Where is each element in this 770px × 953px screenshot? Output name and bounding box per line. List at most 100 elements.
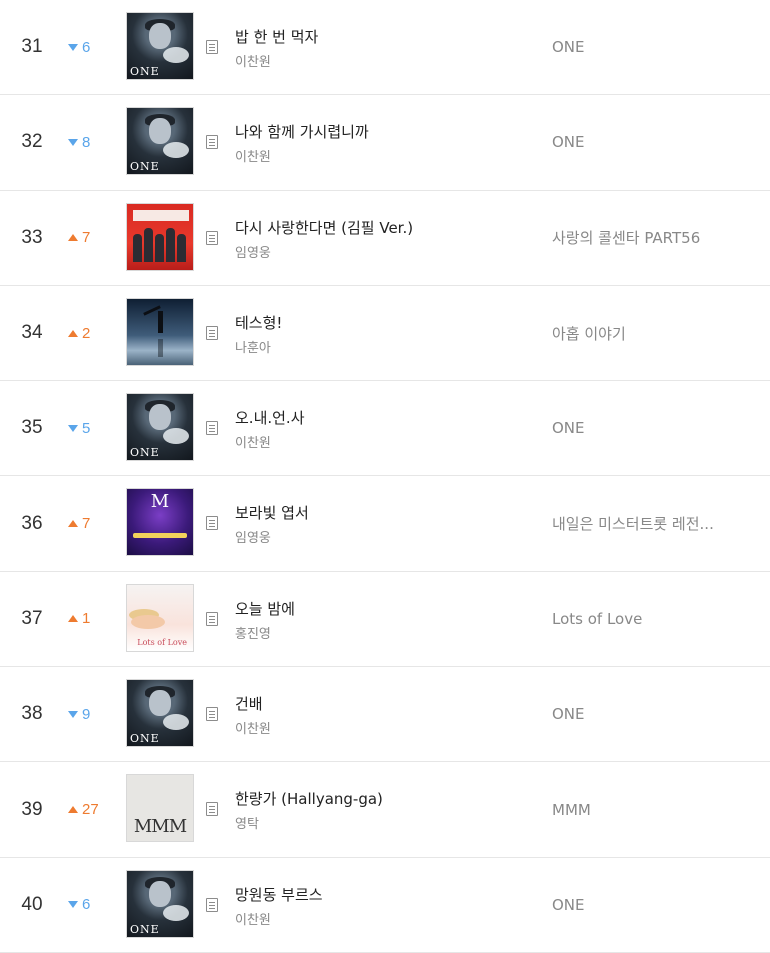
triangle-down-icon (68, 901, 78, 909)
chart-row-35[interactable]: 35 5 ONE 오.내.언.사 이찬원 ONE (0, 381, 770, 477)
lyrics-document-icon[interactable] (206, 230, 218, 245)
album-art: ONE (127, 394, 193, 461)
artist-name[interactable]: 임영웅 (235, 242, 271, 261)
album-art: ONE (127, 108, 193, 175)
chart-row-31[interactable]: 31 6 ONE 밥 한 번 먹자 이찬원 ONE (0, 0, 770, 96)
rank-change: 6 (68, 0, 112, 94)
album-name[interactable]: ONE (552, 858, 752, 952)
rank-change-value: 7 (82, 229, 91, 247)
album-cover[interactable] (126, 202, 194, 271)
album-cover[interactable] (126, 297, 194, 366)
album-art: MMM (127, 775, 193, 842)
chart-row-40[interactable]: 40 6 ONE 망원동 부르스 이찬원 ONE (0, 858, 770, 953)
album-art (127, 298, 193, 365)
artist-name[interactable]: 이찬원 (235, 146, 271, 165)
rank-change-value: 7 (82, 515, 91, 533)
rank-number: 33 (21, 226, 43, 248)
rank-change-value: 1 (82, 610, 91, 628)
album-art (127, 203, 193, 270)
rank-change: 1 (68, 572, 112, 666)
artist-name[interactable]: 이찬원 (235, 909, 271, 928)
song-title[interactable]: 나와 함께 가시렵니까 (235, 121, 369, 142)
chart-row-36[interactable]: 36 7 M 보라빛 엽서 임영웅 내일은 미스터트롯 레전... (0, 476, 770, 572)
rank-change: 5 (68, 381, 112, 475)
album-name[interactable]: ONE (552, 667, 752, 761)
album-cover[interactable]: ONE (126, 679, 194, 748)
lyrics-document-icon[interactable] (206, 897, 218, 912)
song-title[interactable]: 건배 (235, 693, 263, 714)
song-title[interactable]: 망원동 부르스 (235, 884, 323, 905)
rank-change: 6 (68, 858, 112, 952)
lyrics-document-icon[interactable] (206, 135, 218, 150)
triangle-up-icon (68, 806, 78, 814)
lyrics-document-icon[interactable] (206, 325, 218, 340)
lyrics-document-icon[interactable] (206, 421, 218, 436)
triangle-down-icon (68, 710, 78, 718)
triangle-up-icon (68, 520, 78, 528)
rank-number: 39 (21, 798, 43, 820)
chart-row-32[interactable]: 32 8 ONE 나와 함께 가시렵니까 이찬원 ONE (0, 95, 770, 191)
rank-change: 7 (68, 191, 112, 285)
album-name[interactable]: ONE (552, 381, 752, 475)
album-name[interactable]: 사랑의 콜센타 PART56 (552, 191, 752, 285)
song-title[interactable]: 밥 한 번 먹자 (235, 26, 318, 47)
rank-change-value: 5 (82, 419, 91, 437)
chart-row-33[interactable]: 33 7 다시 사랑한다면 (김필 Ver.) 임영웅 사랑의 콜센타 PART… (0, 191, 770, 286)
rank-change-value: 9 (82, 705, 91, 723)
triangle-down-icon (68, 138, 78, 146)
rank-number: 36 (21, 512, 43, 534)
rank-number: 38 (21, 703, 43, 725)
lyrics-document-icon[interactable] (206, 802, 218, 817)
album-name[interactable]: 아홉 이야기 (552, 286, 752, 380)
song-title[interactable]: 테스형! (235, 312, 282, 333)
album-name[interactable]: ONE (552, 95, 752, 189)
album-name[interactable]: ONE (552, 0, 752, 94)
album-art: ONE (127, 13, 193, 79)
rank-change-value: 2 (82, 324, 91, 342)
song-title[interactable]: 오늘 밤에 (235, 598, 295, 619)
song-title[interactable]: 보라빛 엽서 (235, 502, 309, 523)
artist-name[interactable]: 이찬원 (235, 51, 271, 70)
rank-change-value: 6 (82, 38, 91, 56)
chart-row-39[interactable]: 39 27 MMM 한량가 (Hallyang-ga) 영탁 MMM (0, 762, 770, 858)
song-title[interactable]: 한량가 (Hallyang-ga) (235, 788, 383, 809)
album-name[interactable]: 내일은 미스터트롯 레전... (552, 476, 752, 570)
lyrics-document-icon[interactable] (206, 707, 218, 722)
artist-name[interactable]: 홍진영 (235, 623, 271, 642)
artist-name[interactable]: 임영웅 (235, 527, 271, 546)
lyrics-document-icon[interactable] (206, 611, 218, 626)
album-art: ONE (127, 870, 193, 937)
artist-name[interactable]: 이찬원 (235, 718, 271, 737)
rank-number: 34 (21, 322, 43, 344)
artist-name[interactable]: 나훈아 (235, 337, 271, 356)
triangle-down-icon (68, 424, 78, 432)
album-cover[interactable]: ONE (126, 12, 194, 80)
song-title[interactable]: 오.내.언.사 (235, 407, 305, 428)
chart-row-38[interactable]: 38 9 ONE 건배 이찬원 ONE (0, 667, 770, 763)
album-name[interactable]: MMM (552, 762, 752, 856)
album-name[interactable]: Lots of Love (552, 572, 752, 666)
artist-name[interactable]: 이찬원 (235, 432, 271, 451)
lyrics-document-icon[interactable] (206, 516, 218, 531)
chart-row-34[interactable]: 34 2 테스형! 나훈아 아홉 이야기 (0, 286, 770, 382)
song-title[interactable]: 다시 사랑한다면 (김필 Ver.) (235, 217, 413, 238)
album-cover[interactable]: ONE (126, 869, 194, 938)
album-cover[interactable]: M (126, 488, 194, 557)
lyrics-document-icon[interactable] (206, 40, 218, 54)
album-cover[interactable]: Lots of Love (126, 583, 194, 652)
album-art: Lots of Love (127, 584, 193, 651)
album-cover[interactable]: ONE (126, 393, 194, 462)
chart-row-37[interactable]: 37 1 Lots of Love 오늘 밤에 홍진영 Lots of Love (0, 572, 770, 668)
rank-change: 27 (68, 762, 112, 856)
chart-list: 31 6 ONE 밥 한 번 먹자 이찬원 ONE 32 8 ONE 나와 함께… (0, 0, 770, 953)
album-art: M (127, 489, 193, 556)
triangle-up-icon (68, 615, 78, 623)
rank-number: 31 (21, 36, 43, 58)
triangle-up-icon (68, 329, 78, 337)
album-cover[interactable]: MMM (126, 774, 194, 843)
rank-change-value: 27 (82, 801, 99, 819)
artist-name[interactable]: 영탁 (235, 813, 259, 832)
album-cover[interactable]: ONE (126, 107, 194, 176)
rank-number: 37 (21, 607, 43, 629)
rank-change: 9 (68, 667, 112, 761)
